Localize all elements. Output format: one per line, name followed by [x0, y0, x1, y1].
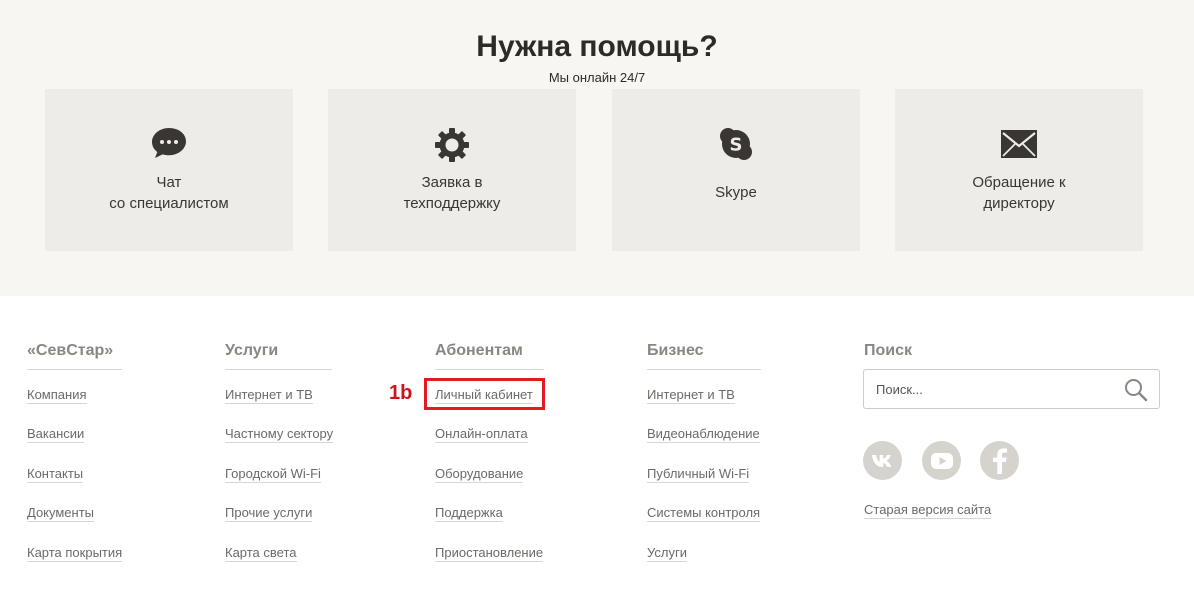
vk-icon[interactable] [863, 441, 902, 480]
footer-column-company: «СевСтар» Компания Вакансии Контакты Док… [27, 340, 123, 562]
director-appeal-card[interactable]: Обращение к директору [895, 89, 1143, 251]
help-title: Нужна помощь? [476, 30, 718, 63]
help-section: Нужна помощь? Мы онлайн 24/7 Чат со спец… [0, 0, 1194, 296]
old-site-version-link[interactable]: Старая версия сайта [864, 502, 992, 519]
link-light-map[interactable]: Карта света [225, 545, 297, 562]
link-city-wifi[interactable]: Городской Wi-Fi [225, 466, 321, 483]
search-title: Поиск [864, 342, 913, 359]
search-icon[interactable] [1122, 376, 1150, 404]
link-coverage-map[interactable]: Карта покрытия [27, 545, 123, 562]
link-private-sector[interactable]: Частному сектору [225, 426, 334, 443]
link-support[interactable]: Поддержка [435, 505, 503, 522]
gear-icon [328, 127, 576, 163]
skype-icon: S [612, 127, 860, 161]
chat-bubble-icon [45, 127, 293, 159]
column-title: Услуги [225, 340, 332, 370]
chat-card-label: Чат со специалистом [109, 174, 229, 212]
link-other-services[interactable]: Прочие услуги [225, 505, 313, 522]
footer-column-business: Бизнес Интернет и ТВ Видеонаблюдение Пуб… [647, 340, 761, 562]
column-title: Абонентам [435, 340, 544, 370]
support-request-card[interactable]: Заявка в техподдержку [328, 89, 576, 251]
link-business-internet-tv[interactable]: Интернет и ТВ [647, 387, 735, 404]
column-title: Бизнес [647, 340, 761, 370]
footer-column-services: Услуги Интернет и ТВ Частному сектору Го… [225, 340, 334, 562]
youtube-icon[interactable] [922, 441, 961, 480]
link-control-systems[interactable]: Системы контроля [647, 505, 761, 522]
director-appeal-label: Обращение к директору [972, 174, 1066, 212]
link-internet-tv[interactable]: Интернет и ТВ [225, 387, 313, 404]
link-equipment[interactable]: Оборудование [435, 466, 524, 483]
skype-card-label: Skype [715, 184, 757, 201]
link-vacancies[interactable]: Вакансии [27, 426, 85, 443]
link-contacts[interactable]: Контакты [27, 466, 84, 483]
column-title: «СевСтар» [27, 340, 122, 370]
facebook-icon[interactable] [980, 441, 1019, 480]
support-request-label: Заявка в техподдержку [403, 174, 501, 212]
link-video-surveillance[interactable]: Видеонаблюдение [647, 426, 760, 443]
annotation-label: 1b [389, 382, 413, 404]
link-business-services[interactable]: Услуги [647, 545, 687, 562]
chat-card[interactable]: Чат со специалистом [45, 89, 293, 251]
link-public-wifi[interactable]: Публичный Wi-Fi [647, 466, 750, 483]
search-input[interactable] [876, 379, 1116, 399]
search-box [863, 369, 1160, 409]
highlight-box [424, 378, 545, 410]
link-documents[interactable]: Документы [27, 505, 95, 522]
help-subtitle: Мы онлайн 24/7 [548, 70, 646, 85]
skype-card[interactable]: S Skype [612, 89, 860, 251]
svg-text:S: S [730, 135, 743, 156]
link-suspension[interactable]: Приостановление [435, 545, 544, 562]
footer-column-subscribers: Абонентам Личный кабинет Онлайн-оплата О… [435, 340, 544, 562]
link-online-payment[interactable]: Онлайн-оплата [435, 426, 528, 443]
envelope-icon [895, 129, 1143, 159]
link-company[interactable]: Компания [27, 387, 87, 404]
